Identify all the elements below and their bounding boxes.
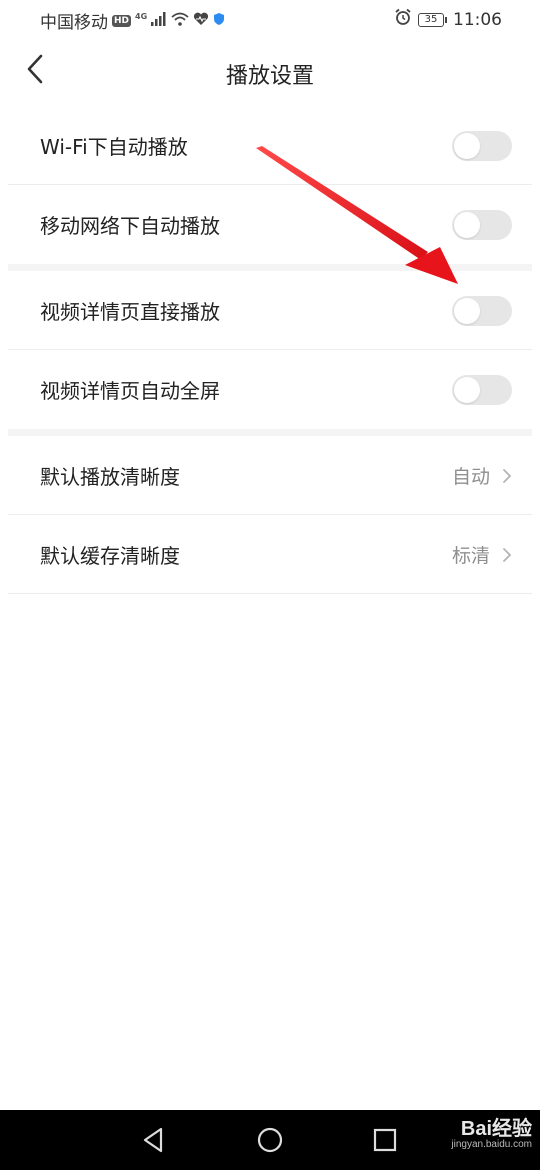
setting-row-detail-direct-play: 视频详情页直接播放 bbox=[0, 271, 540, 350]
setting-label: Wi-Fi下自动播放 bbox=[40, 135, 188, 159]
section-divider bbox=[8, 429, 532, 436]
baidu-jingyan-watermark: Bai经验 jingyan.baidu.com bbox=[451, 1112, 532, 1150]
wifi-icon bbox=[171, 11, 189, 31]
nav-back-button[interactable] bbox=[138, 1125, 168, 1155]
chevron-right-icon bbox=[503, 547, 512, 562]
hd-badge: HD bbox=[112, 14, 132, 27]
alarm-icon bbox=[394, 8, 412, 31]
page-title: 播放设置 bbox=[225, 64, 314, 89]
toggle-knob bbox=[454, 211, 480, 238]
health-heart-icon bbox=[193, 11, 209, 31]
setting-label: 视频详情页直接播放 bbox=[40, 300, 220, 324]
watermark-brand: Bai经验 bbox=[460, 1118, 532, 1140]
setting-label: 视频详情页自动全屏 bbox=[40, 379, 220, 403]
setting-row-wifi-autoplay: Wi-Fi下自动播放 bbox=[0, 106, 540, 185]
settings-list: Wi-Fi下自动播放 移动网络下自动播放 视频详情页直接播放 视频详情页自动全屏… bbox=[0, 106, 540, 594]
clock-time: 11:06 bbox=[453, 9, 502, 30]
nav-home-button[interactable] bbox=[255, 1125, 285, 1155]
circle-home-icon bbox=[257, 1127, 283, 1153]
status-left: 中国移动 HD 4G bbox=[40, 8, 225, 33]
setting-row-detail-auto-fullscreen: 视频详情页自动全屏 bbox=[0, 350, 540, 429]
shield-icon bbox=[213, 11, 225, 31]
setting-row-mobile-autoplay: 移动网络下自动播放 bbox=[0, 185, 540, 264]
setting-value: 标清 bbox=[451, 545, 490, 567]
title-bar: 播放设置 bbox=[0, 38, 540, 104]
signal-icon bbox=[151, 11, 167, 31]
triangle-back-icon bbox=[143, 1127, 163, 1153]
setting-value: 自动 bbox=[451, 466, 490, 488]
status-bar: 中国移动 HD 4G 35 11:06 bbox=[0, 0, 540, 38]
nav-recents-button[interactable] bbox=[370, 1125, 400, 1155]
detail-auto-fullscreen-toggle[interactable] bbox=[452, 374, 512, 405]
setting-row-default-play-quality[interactable]: 默认播放清晰度 自动 bbox=[0, 436, 540, 515]
chevron-right-icon bbox=[503, 468, 512, 483]
toggle-knob bbox=[454, 376, 480, 403]
mobile-autoplay-toggle[interactable] bbox=[452, 209, 512, 240]
toggle-knob bbox=[454, 132, 480, 159]
navigation-bar: Bai经验 jingyan.baidu.com bbox=[0, 1110, 540, 1170]
battery-icon: 35 bbox=[418, 12, 447, 27]
wifi-autoplay-toggle[interactable] bbox=[452, 130, 512, 161]
watermark-url: jingyan.baidu.com bbox=[451, 1139, 532, 1150]
toggle-knob bbox=[454, 297, 480, 324]
carrier-name: 中国移动 bbox=[40, 13, 108, 33]
battery-level: 35 bbox=[418, 12, 444, 27]
section-divider bbox=[8, 264, 532, 271]
setting-row-default-cache-quality[interactable]: 默认缓存清晰度 标清 bbox=[0, 515, 540, 594]
detail-direct-play-toggle[interactable] bbox=[452, 295, 512, 326]
square-recents-icon bbox=[373, 1128, 397, 1152]
setting-label: 默认缓存清晰度 bbox=[40, 544, 180, 568]
setting-label: 移动网络下自动播放 bbox=[40, 214, 220, 238]
setting-label: 默认播放清晰度 bbox=[40, 465, 180, 489]
network-type: 4G bbox=[135, 12, 148, 21]
status-right: 35 11:06 bbox=[394, 8, 502, 31]
